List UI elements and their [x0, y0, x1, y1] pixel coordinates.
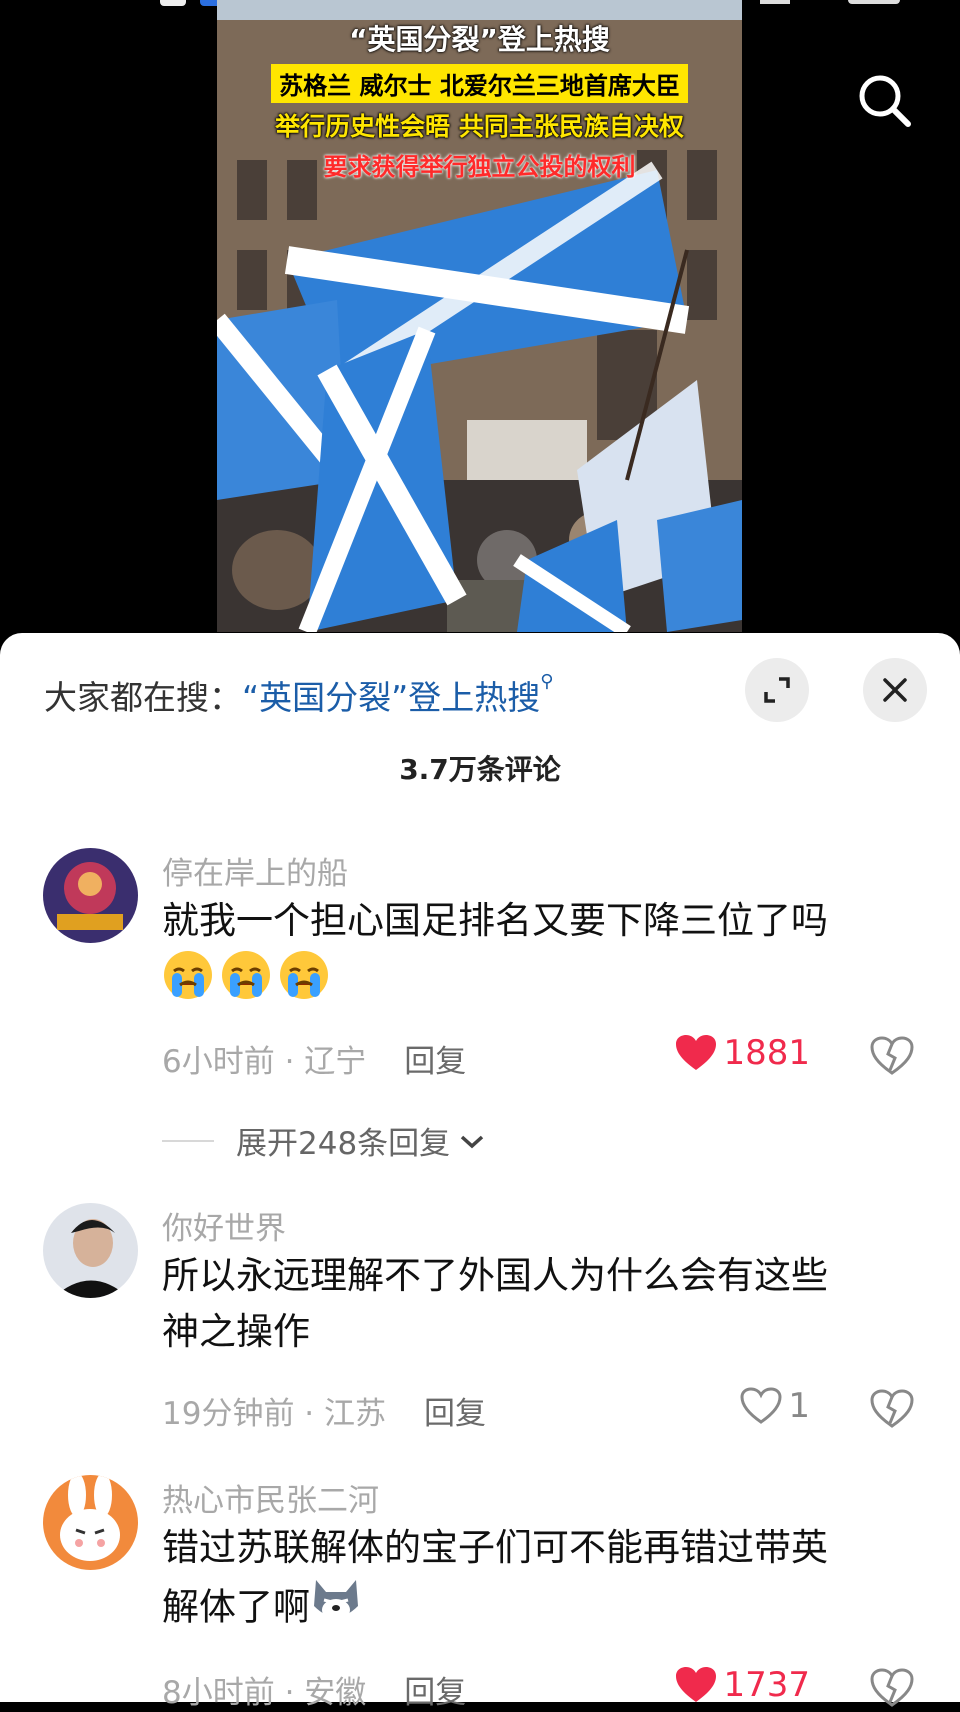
close-icon [883, 678, 907, 702]
expand-icon [764, 677, 790, 703]
comment-meta: 19分钟前 · 江苏 回复 [162, 1396, 487, 1432]
avatar[interactable] [43, 1203, 138, 1298]
comment-text: 所以永远理解不了外国人为什么会有这些 神之操作 [162, 1248, 902, 1360]
comment-time: 19分钟前 [162, 1396, 295, 1432]
hot-search-link[interactable]: “英国分裂”登上热搜⚲ [242, 671, 553, 717]
like-count: 1 [788, 1386, 810, 1426]
headline-line4: 要求获得举行独立公投的权利 [323, 153, 636, 181]
comment-username[interactable]: 热心市民张二河 [162, 1475, 379, 1520]
comment-username[interactable]: 停在岸上的船 [162, 848, 348, 893]
like-button[interactable]: 1881 [675, 1033, 810, 1073]
comment-text: 就我一个担心国足排名又要下降三位了吗 [162, 893, 902, 1017]
expand-replies-label: 展开248条回复 [236, 1126, 451, 1162]
reply-button[interactable]: 回复 [424, 1396, 486, 1432]
comment-username[interactable]: 你好世界 [162, 1203, 286, 1248]
battery-icon [848, 0, 900, 4]
heart-filled-icon [676, 1667, 717, 1702]
video-headline: “英国分裂”登上热搜 苏格兰 威尔士 北爱尔兰三地首席大臣 举行历史性会晤 共同… [217, 18, 742, 182]
expand-fullscreen-button[interactable] [745, 658, 809, 722]
headline-title: “英国分裂”登上热搜 [349, 23, 610, 56]
comment-count: 3.7万条评论 [399, 753, 561, 786]
comment-text-line1: 所以永远理解不了外国人为什么会有这些 [162, 1254, 828, 1297]
comment-text-line2: 神之操作 [162, 1310, 310, 1353]
expand-replies-button[interactable]: 展开248条回复 [162, 1118, 486, 1163]
hot-search-bar: 大家都在搜：“英国分裂”登上热搜⚲ [44, 671, 553, 719]
search-icon [859, 75, 911, 127]
search-button[interactable] [854, 70, 914, 130]
headline-line2: 苏格兰 威尔士 北爱尔兰三地首席大臣 [271, 64, 688, 103]
headline-line3: 举行历史性会晤 共同主张民族自决权 [275, 112, 684, 141]
comment-text-line1: 错过苏联解体的宝子们可不能再错过带英 [162, 1526, 828, 1569]
comment-text: 错过苏联解体的宝子们可不能再错过带英 解体了啊 [162, 1520, 902, 1642]
comment-text-body: 就我一个担心国足排名又要下降三位了吗 [162, 899, 828, 942]
broken-heart-icon[interactable] [870, 1389, 914, 1429]
hot-search-term: “英国分裂”登上热搜 [242, 678, 541, 717]
signal-icon [760, 0, 790, 4]
broken-heart-icon[interactable] [870, 1036, 914, 1076]
comment-time: 8小时前 [162, 1675, 275, 1711]
comment-text-line2: 解体了啊 [162, 1585, 310, 1629]
broken-heart-icon[interactable] [870, 1668, 914, 1708]
like-count: 1881 [723, 1033, 810, 1073]
reply-button[interactable]: 回复 [404, 1044, 466, 1080]
hot-search-prefix: 大家都在搜： [44, 678, 242, 717]
comment-time: 6小时前 [162, 1044, 275, 1080]
like-count: 1737 [723, 1665, 810, 1705]
comment-location: 江苏 [324, 1396, 387, 1432]
avatar[interactable] [43, 848, 138, 943]
crying-face-icon [162, 949, 214, 1017]
comment-meta: 8小时前 · 安徽 回复 [162, 1675, 467, 1711]
video-player[interactable]: “英国分裂”登上热搜 苏格兰 威尔士 北爱尔兰三地首席大臣 举行历史性会晤 共同… [217, 0, 742, 632]
notification-icon [160, 0, 186, 6]
reply-button[interactable]: 回复 [404, 1675, 466, 1711]
comment-location: 安徽 [304, 1675, 367, 1711]
dog-face-icon [310, 1576, 362, 1642]
heart-filled-icon [676, 1035, 717, 1070]
search-mini-icon: ⚲ [540, 671, 554, 692]
crying-face-icon [278, 949, 330, 1017]
heart-outline-icon [740, 1387, 782, 1424]
comment-sheet: 大家都在搜：“英国分裂”登上热搜⚲ 3.7万条评论 停在岸上的船 就我一个担心国… [0, 633, 960, 1711]
like-button[interactable]: 1 [740, 1386, 810, 1426]
crying-face-icon [220, 949, 272, 1017]
comment-meta: 6小时前 · 辽宁 回复 [162, 1044, 467, 1080]
avatar[interactable] [43, 1475, 138, 1570]
close-button[interactable] [863, 658, 927, 722]
like-button[interactable]: 1737 [675, 1665, 810, 1705]
chevron-down-icon [461, 1135, 484, 1148]
comment-location: 辽宁 [304, 1044, 367, 1080]
